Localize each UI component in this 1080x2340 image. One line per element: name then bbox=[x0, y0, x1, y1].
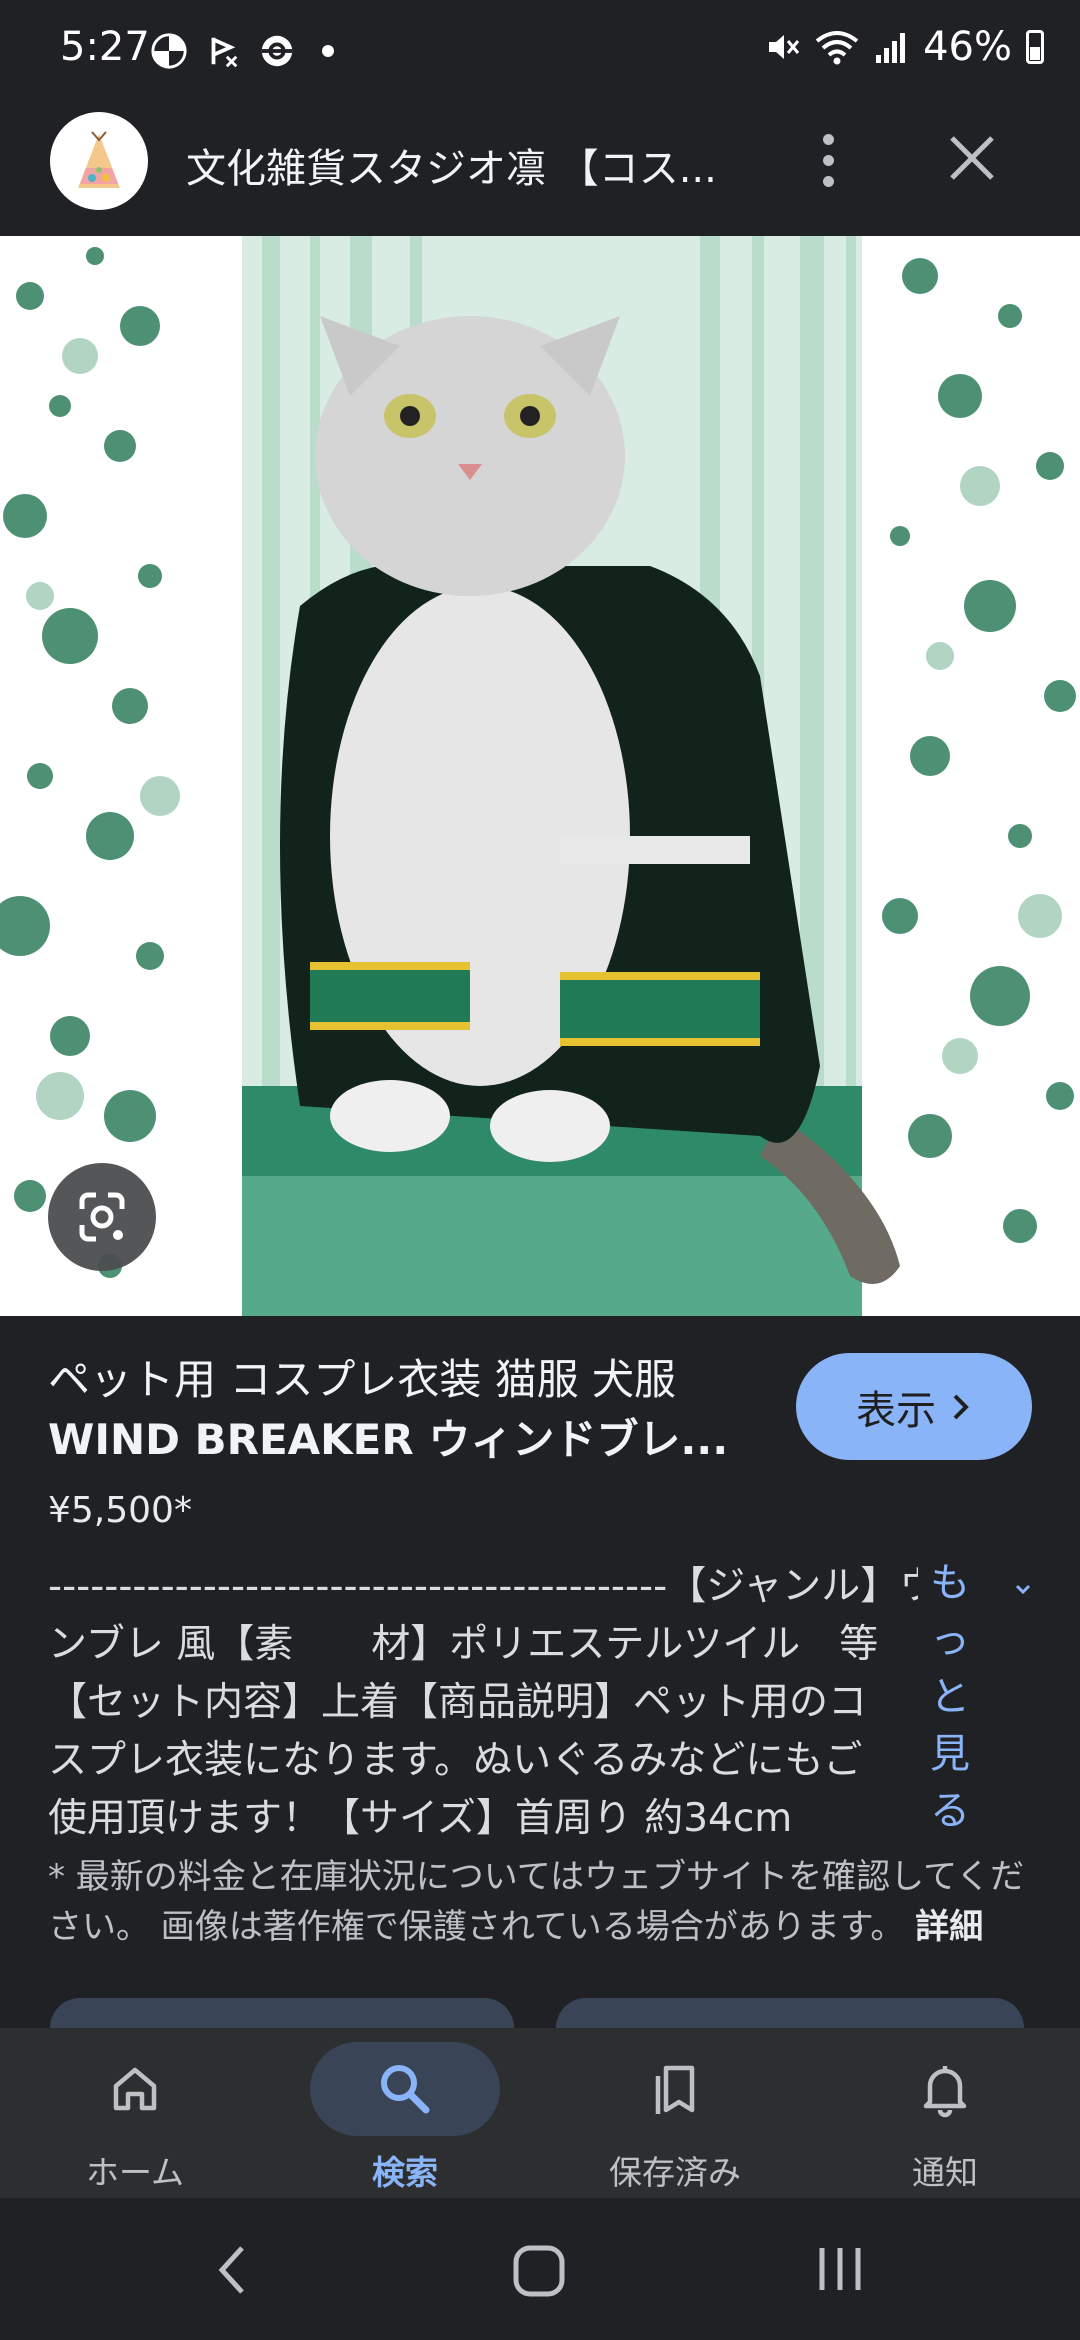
action-card[interactable] bbox=[50, 1998, 514, 2028]
home-button-icon[interactable] bbox=[510, 2240, 570, 2300]
nav-search[interactable]: 検索 bbox=[270, 2028, 540, 2198]
product-title[interactable]: ペット用 コスプレ衣装 猫服 犬服 WIND BREAKER ウィンドブレ... bbox=[48, 1350, 748, 1470]
battery-icon bbox=[1026, 30, 1044, 64]
more-notifications-dot bbox=[322, 45, 334, 57]
nav-saved[interactable]: 保存済み bbox=[540, 2028, 810, 2198]
teepee-logo-icon bbox=[78, 131, 120, 188]
product-price: ¥5,500* bbox=[48, 1490, 192, 1531]
show-more-link[interactable]: もっと見る bbox=[930, 1555, 976, 1840]
description-line: 【セット内容】上着【商品説明】ペット用のコ bbox=[48, 1680, 868, 1725]
back-icon[interactable] bbox=[212, 2240, 252, 2300]
system-navigation-bar bbox=[0, 2198, 1080, 2340]
home-icon bbox=[85, 2043, 185, 2135]
status-notification-icons bbox=[150, 32, 334, 70]
disclaimer-text: * 最新の料金と在庫状況についてはウェブサイトを確認してください。 画像は著作権… bbox=[48, 1857, 1025, 1947]
product-title-line2: WIND BREAKER ウィンドブレ... bbox=[48, 1415, 729, 1464]
nav-saved-label: 保存済み bbox=[609, 2153, 741, 2192]
music-off-icon bbox=[211, 37, 238, 68]
bottom-navigation: ホーム 検索 保存済み 通知 bbox=[0, 2028, 1080, 2198]
mute-icon bbox=[769, 35, 800, 59]
recents-icon[interactable] bbox=[816, 2242, 866, 2296]
disclaimer-note: * 最新の料金と在庫状況についてはウェブサイトを確認してください。 画像は著作権… bbox=[48, 1852, 1038, 1952]
signal-icon bbox=[876, 33, 906, 63]
lens-button[interactable] bbox=[48, 1163, 156, 1271]
description-line: ----------------------------------------… bbox=[48, 1564, 918, 1609]
close-icon[interactable] bbox=[942, 128, 1002, 188]
nav-home[interactable]: ホーム bbox=[0, 2028, 270, 2198]
nav-notifications[interactable]: 通知 bbox=[810, 2028, 1080, 2198]
product-title-line1: ペット用 コスプレ衣装 猫服 犬服 bbox=[48, 1355, 677, 1404]
action-card[interactable] bbox=[556, 1998, 1024, 2028]
chevron-down-icon[interactable] bbox=[1012, 1578, 1034, 1600]
site-logo[interactable] bbox=[50, 112, 148, 210]
page-header: 文化雑貨スタジオ凛 【コス... bbox=[0, 106, 1080, 236]
view-button-label: 表示 bbox=[856, 1387, 936, 1434]
page-title: 文化雑貨スタジオ凛 【コス... bbox=[186, 146, 717, 192]
collections-icon bbox=[625, 2043, 725, 2135]
bell-icon bbox=[895, 2043, 995, 2135]
status-time: 5:27 bbox=[60, 24, 150, 70]
description-line: スプレ衣装になります。ぬいぐるみなどにもご bbox=[48, 1738, 863, 1783]
chevron-right-icon bbox=[953, 1394, 969, 1419]
view-button[interactable]: 表示 bbox=[796, 1353, 1032, 1460]
more-vert-icon[interactable] bbox=[808, 124, 848, 204]
nav-search-label: 検索 bbox=[372, 2153, 438, 2192]
wifi-icon bbox=[815, 31, 859, 65]
cat-costume-image bbox=[0, 236, 1080, 1316]
media-icon bbox=[151, 33, 187, 69]
nav-home-label: ホーム bbox=[85, 2153, 184, 2192]
details-link[interactable]: 詳細 bbox=[915, 1907, 983, 1947]
status-system-icons: 46% bbox=[765, 24, 1044, 70]
product-description: ----------------------------------------… bbox=[48, 1558, 918, 1848]
search-icon bbox=[355, 2043, 455, 2135]
nav-notifications-label: 通知 bbox=[912, 2153, 978, 2192]
product-image[interactable] bbox=[0, 236, 1080, 1316]
description-line: ンブレ 風【素 材】ポリエステルツイル 等 bbox=[48, 1622, 879, 1667]
action-cards-peek bbox=[0, 1998, 1080, 2028]
description-line: 使用頂けます！【サイズ】首周り 約34cm bbox=[48, 1796, 793, 1841]
status-bar: 5:27 46% bbox=[0, 0, 1080, 106]
lens-icon bbox=[79, 1192, 125, 1242]
battery-percent: 46% bbox=[923, 24, 1012, 70]
sync-icon bbox=[261, 35, 293, 67]
